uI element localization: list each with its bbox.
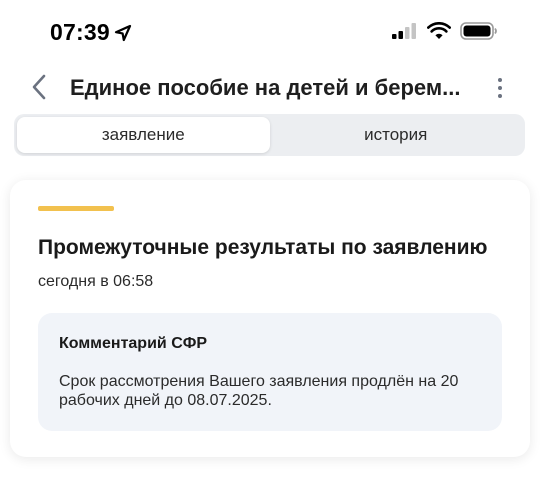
clock-text: 07:39 [50, 19, 110, 45]
wifi-icon [427, 22, 451, 39]
page-title: Единое пособие на детей и берем... [70, 75, 461, 100]
more-vertical-icon-dot [498, 94, 502, 98]
card-title: Промежуточные результаты по заявлению [38, 236, 488, 259]
accent-bar [38, 206, 114, 211]
back-button[interactable] [24, 72, 54, 102]
card-timestamp: сегодня в 06:58 [38, 273, 154, 290]
location-arrow-icon [114, 24, 131, 41]
status-time: 07:39 [50, 19, 132, 46]
more-vertical-icon-dot [498, 86, 502, 90]
comment-box: Комментарий СФР Срок рассмотрения Вашего… [38, 313, 502, 431]
tab-application[interactable]: заявление [17, 117, 270, 153]
more-options-button[interactable] [488, 74, 512, 102]
more-vertical-icon [498, 78, 502, 82]
battery-icon [460, 22, 497, 40]
tab-history[interactable]: история [270, 117, 523, 153]
segmented-tabs: заявление история [14, 114, 525, 156]
status-icons [392, 22, 498, 40]
app-header: Единое пособие на детей и берем... [0, 66, 540, 110]
cellular-signal-icon [392, 23, 416, 39]
comment-heading: Комментарий СФР [59, 335, 208, 352]
comment-text: Срок рассмотрения Вашего заявления продл… [59, 373, 459, 409]
status-bar: 07:39 [0, 0, 540, 64]
result-card: Промежуточные результаты по заявлению се… [10, 180, 530, 457]
back-chevron-icon [32, 74, 46, 100]
